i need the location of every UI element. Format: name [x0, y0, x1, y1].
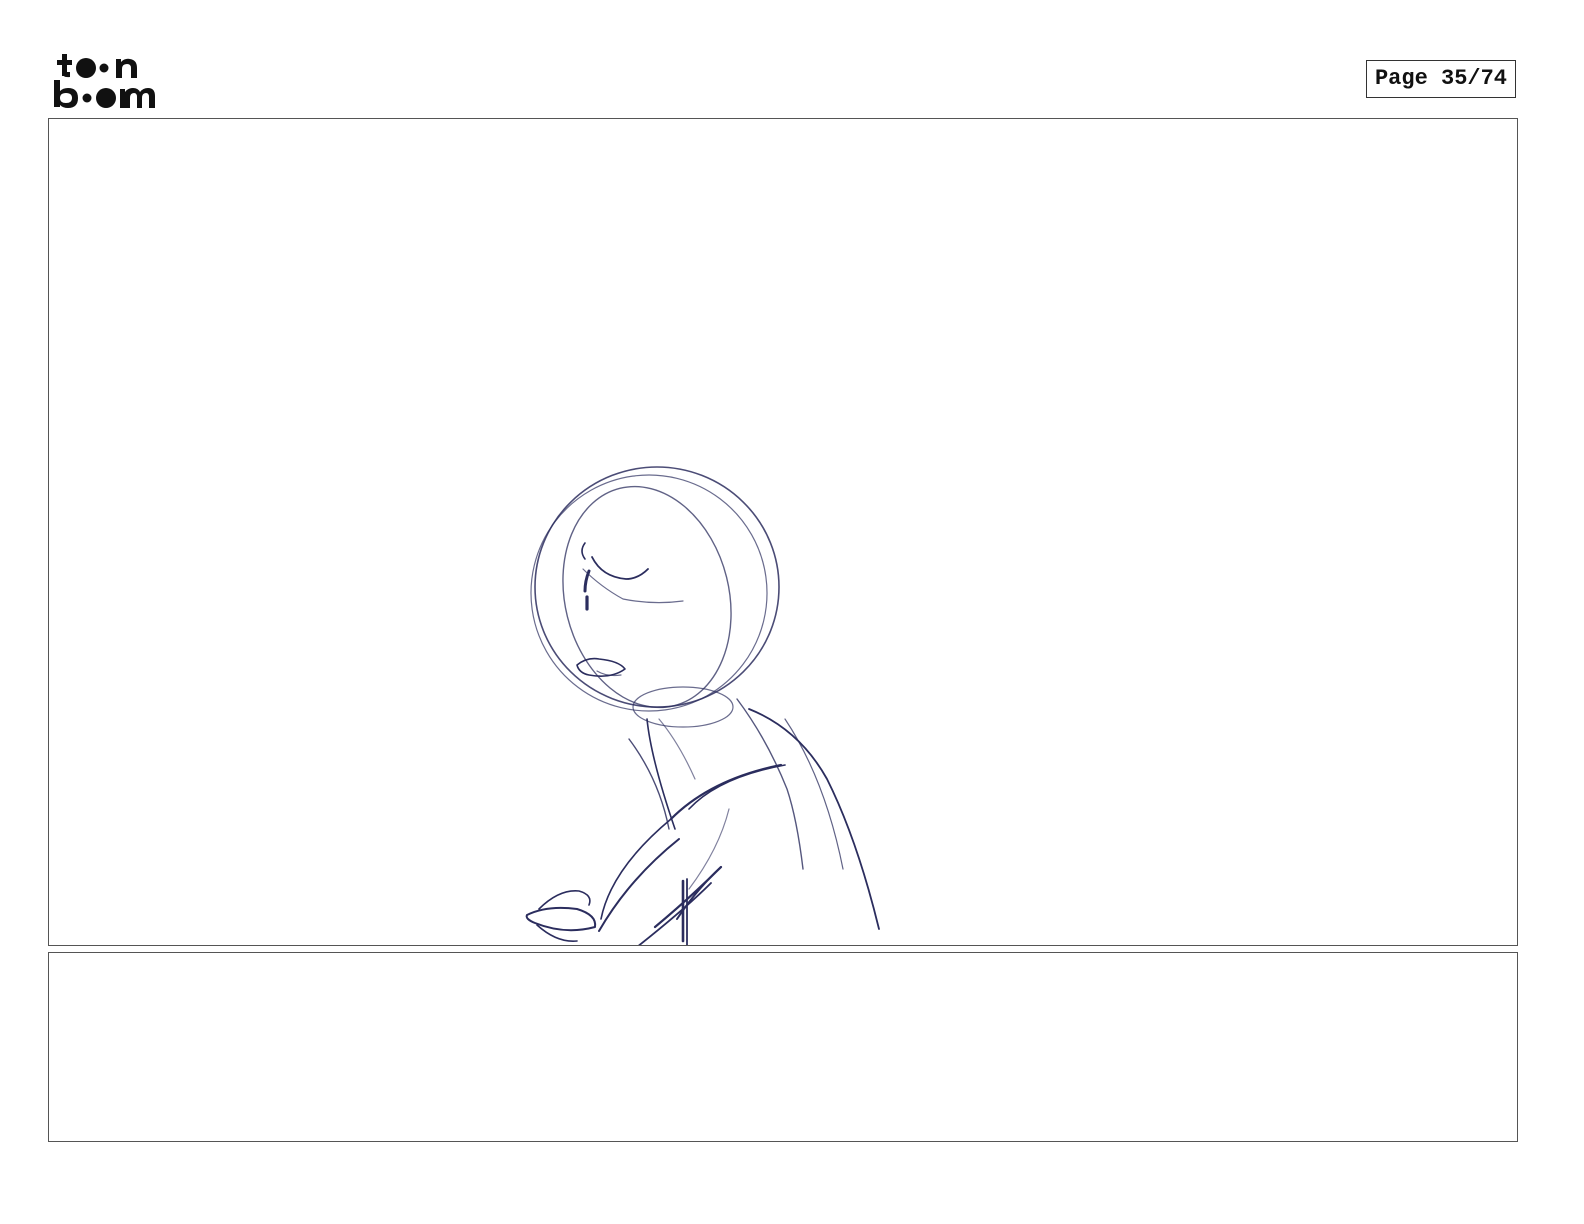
storyboard-panel: [48, 118, 1518, 946]
dialogue-box: [48, 952, 1518, 1142]
toon-boom-logo-icon: toon boom: [54, 54, 155, 108]
page-number: Page 35/74: [1366, 60, 1516, 98]
character-sketch: [525, 466, 880, 945]
